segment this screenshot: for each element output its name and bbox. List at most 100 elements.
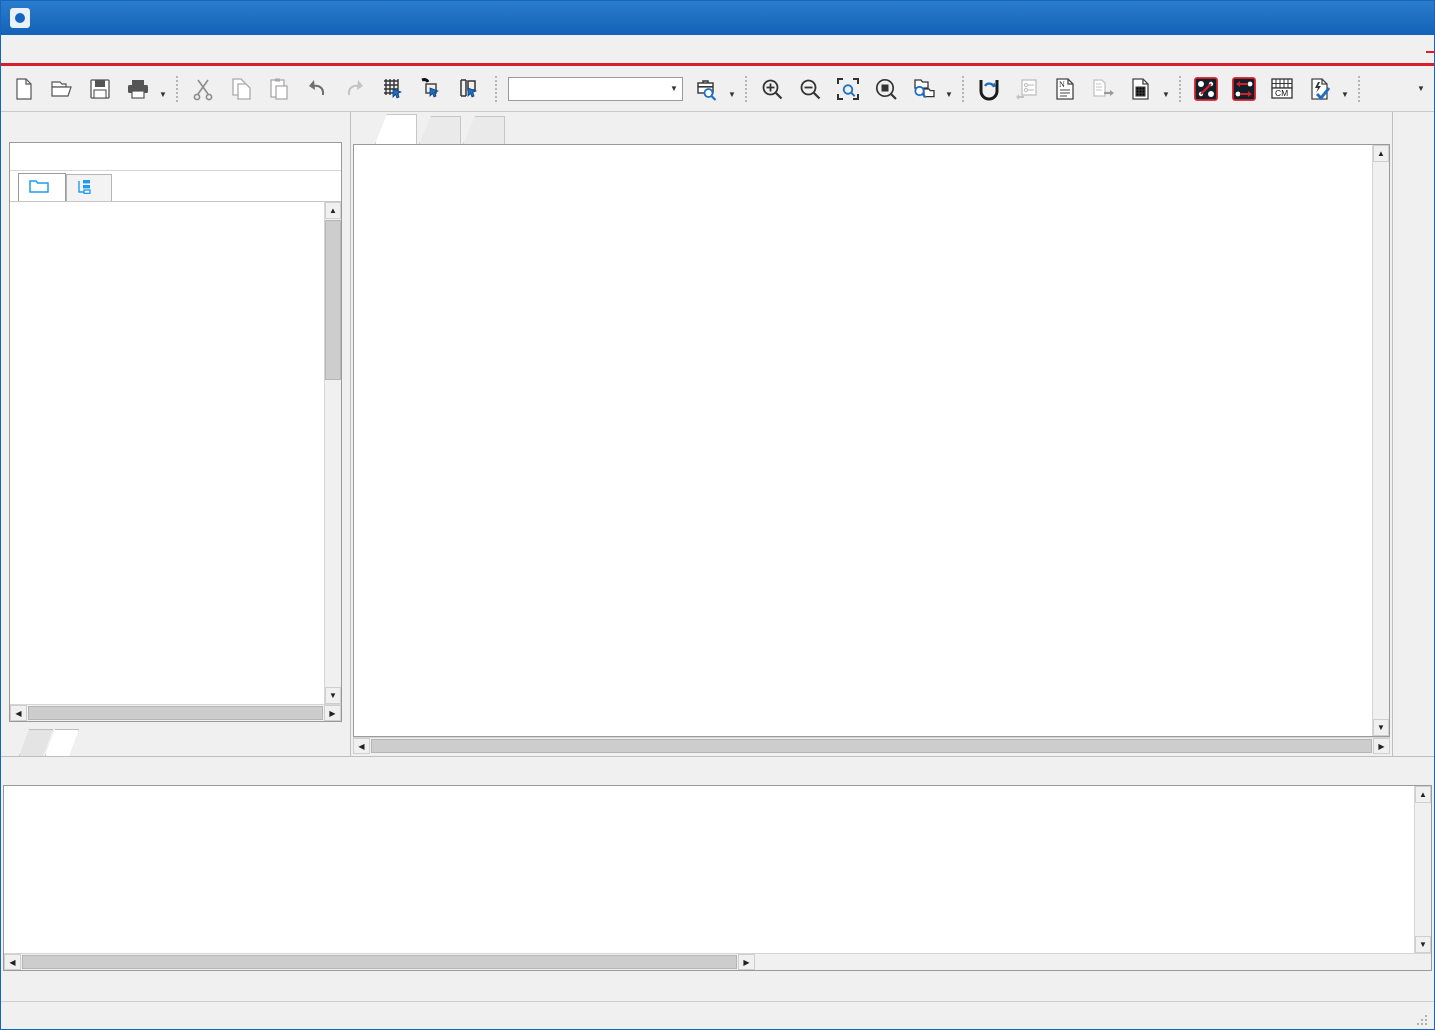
tab-project2-drc-markers[interactable] [463, 116, 505, 144]
online-drc-panel: ▲ ▼ ◀ ▶ [1, 756, 1434, 971]
copy-button[interactable] [222, 70, 260, 108]
cm-grid-button[interactable]: CM [1263, 70, 1301, 108]
zoom-fit-button[interactable] [867, 70, 905, 108]
menu-edit[interactable] [57, 46, 79, 52]
footer-tab-prev-button[interactable] [5, 728, 19, 756]
toolbar-separator [1175, 74, 1184, 104]
tab-schematic1-page1[interactable] [419, 116, 461, 144]
minimize-button[interactable] [1296, 1, 1342, 35]
cut-button[interactable] [184, 70, 222, 108]
scroll-right-arrow-icon[interactable]: ▶ [1373, 738, 1390, 754]
scroll-left-arrow-icon[interactable]: ◀ [10, 705, 27, 721]
drc-vscrollbar[interactable]: ▲ ▼ [1414, 786, 1431, 953]
toolbar-separator [172, 74, 181, 104]
status-bar [1, 1001, 1434, 1029]
editor-tab-bar [351, 112, 1392, 144]
toolbar-overflow-button[interactable]: ▼ [1408, 69, 1434, 109]
menu-help[interactable] [277, 46, 299, 52]
drc-hscrollbar[interactable]: ◀ ▶ [4, 953, 1431, 970]
drc-table: ▲ ▼ ◀ ▶ [3, 785, 1432, 971]
zoom-in-button[interactable] [753, 70, 791, 108]
scroll-left-arrow-icon[interactable]: ◀ [353, 738, 370, 754]
hierarchy-icon [77, 179, 95, 197]
toolbar-group-tools: N ▼ [970, 70, 1172, 108]
menu-place[interactable] [123, 46, 145, 52]
svg-text:N: N [1059, 80, 1065, 89]
drc-hscroll-thumb[interactable] [22, 955, 737, 969]
scroll-up-arrow-icon[interactable]: ▲ [1415, 786, 1431, 803]
save-button[interactable] [81, 70, 119, 108]
canvas-hscrollbar[interactable]: ◀ ▶ [353, 737, 1390, 754]
scroll-right-arrow-icon[interactable]: ▶ [738, 954, 755, 970]
scroll-down-arrow-icon[interactable]: ▼ [1415, 936, 1431, 953]
menu-pspice[interactable] [189, 46, 211, 52]
pcb-toolbar-caret[interactable]: ▼ [1339, 70, 1351, 108]
drc-table-body[interactable] [4, 786, 1414, 953]
back-annotate-button[interactable] [1008, 70, 1046, 108]
menu-file[interactable] [13, 46, 35, 52]
hscroll-thumb[interactable] [28, 706, 323, 720]
schematic-drawing [354, 145, 1372, 736]
bom-button[interactable] [1122, 70, 1160, 108]
search-toolbar-caret[interactable]: ▼ [726, 70, 738, 108]
main-toolbar: ▼ ▼ ▼ ▼ N ▼ CM ▼ ▼ [1, 66, 1434, 112]
zoom-toolbar-caret[interactable]: ▼ [943, 70, 955, 108]
menu-view[interactable] [79, 46, 101, 52]
scroll-down-arrow-icon[interactable]: ▼ [325, 687, 341, 704]
new-document-button[interactable] [5, 70, 43, 108]
project-toolstrip [10, 143, 341, 171]
tab-file[interactable] [18, 173, 66, 201]
menu-pcb[interactable] [145, 46, 167, 52]
print-button[interactable] [119, 70, 157, 108]
close-button[interactable] [1388, 1, 1434, 35]
project-tree[interactable] [10, 202, 324, 704]
redo-arrow-icon-button[interactable] [336, 70, 374, 108]
vscroll-thumb[interactable] [325, 220, 341, 380]
zoom-out-button[interactable] [791, 70, 829, 108]
toolbar-group-pcb: CM ▼ [1187, 70, 1351, 108]
open-folder-button[interactable] [43, 70, 81, 108]
menu-window[interactable] [255, 46, 277, 52]
netlist-button[interactable]: N [1046, 70, 1084, 108]
menu-options[interactable] [233, 46, 255, 52]
grid-cursor-button[interactable] [374, 70, 412, 108]
menu-si-analysis[interactable] [167, 46, 189, 52]
zoom-folder-button[interactable] [905, 70, 943, 108]
editor-tab-overflow-button[interactable] [1370, 138, 1392, 144]
canvas-hscroll-thumb[interactable] [371, 739, 1372, 753]
toolbar-group-file: ▼ [5, 70, 169, 108]
undo-arrow-icon-button[interactable] [298, 70, 336, 108]
file-toolbar-caret[interactable]: ▼ [157, 70, 169, 108]
mirror-select-button[interactable] [450, 70, 488, 108]
paste-button[interactable] [260, 70, 298, 108]
signal-flow-button[interactable] [1225, 70, 1263, 108]
drc-check-button[interactable] [1301, 70, 1339, 108]
schematic-canvas[interactable] [354, 145, 1372, 736]
menu-design[interactable] [35, 46, 57, 52]
project-tree-hscrollbar[interactable]: ◀ ▶ [10, 704, 341, 721]
zoom-area-button[interactable] [829, 70, 867, 108]
tab-root-top-level[interactable] [375, 114, 417, 144]
briefcase-search-button[interactable] [688, 70, 726, 108]
project-tree-vscrollbar[interactable]: ▲ ▼ [324, 202, 341, 704]
scroll-down-arrow-icon[interactable]: ▼ [1373, 719, 1389, 736]
pcb-board-button[interactable] [1187, 70, 1225, 108]
scroll-left-arrow-icon[interactable]: ◀ [4, 954, 21, 970]
scroll-up-arrow-icon[interactable]: ▲ [325, 202, 341, 219]
scroll-right-arrow-icon[interactable]: ▶ [324, 705, 341, 721]
chevron-down-icon[interactable]: ▼ [666, 84, 682, 93]
menu-accessories[interactable] [211, 46, 233, 52]
tools-toolbar-caret[interactable]: ▼ [1160, 70, 1172, 108]
toolbar-separator [741, 74, 750, 104]
menu-tools[interactable] [101, 46, 123, 52]
tab-hierarchy[interactable] [66, 174, 112, 201]
canvas-vscrollbar[interactable]: ▲ ▼ [1372, 145, 1389, 736]
annotate-button[interactable] [970, 70, 1008, 108]
shape-select-button[interactable] [412, 70, 450, 108]
scroll-up-arrow-icon[interactable]: ▲ [1373, 145, 1389, 162]
part-search-combo[interactable]: ▼ [508, 76, 683, 101]
maximize-button[interactable] [1342, 1, 1388, 35]
resize-grip[interactable] [1416, 1014, 1428, 1026]
project-tree-scroll-area: ▲ ▼ [10, 201, 341, 704]
export-props-button[interactable] [1084, 70, 1122, 108]
